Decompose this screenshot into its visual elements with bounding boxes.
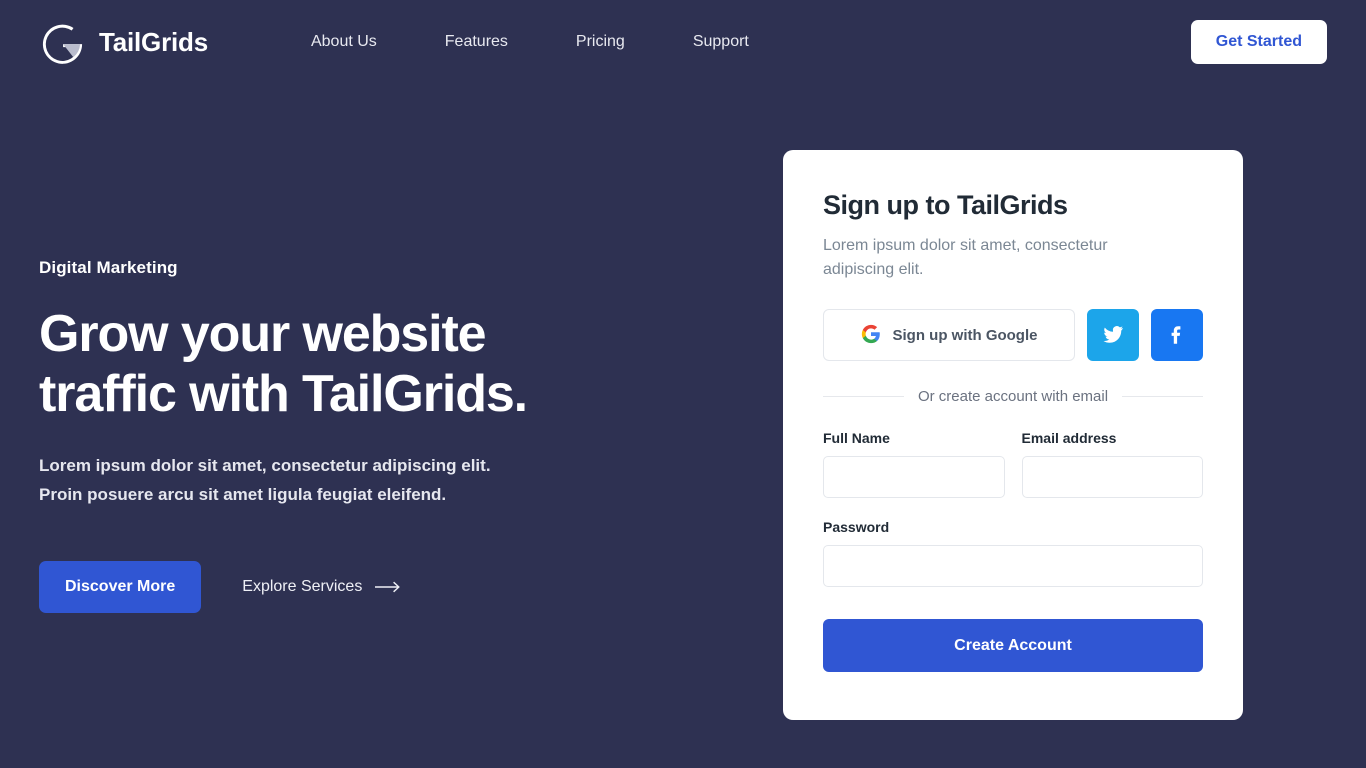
nav-item-features[interactable]: Features (445, 23, 508, 61)
full-name-input[interactable] (823, 456, 1005, 498)
email-divider: Or create account with email (823, 388, 1204, 405)
hero-subtitle-line-1: Lorem ipsum dolor sit amet, consectetur … (39, 456, 491, 475)
divider-rule-left (823, 396, 904, 397)
email-address-input[interactable] (1021, 456, 1203, 498)
brand-logo[interactable]: TailGrids (39, 19, 208, 66)
divider-rule-right (1122, 396, 1204, 397)
create-account-button[interactable]: Create Account (823, 619, 1203, 672)
signup-subtitle-line-1: Lorem ipsum dolor sit amet, consectetur (823, 237, 1108, 254)
nav-item-pricing[interactable]: Pricing (576, 23, 625, 61)
get-started-button[interactable]: Get Started (1190, 20, 1327, 64)
password-field-group: Password (823, 519, 1203, 587)
signup-subtitle-line-2: adipiscing elit. (823, 261, 924, 278)
main-navigation: About Us Features Pricing Support (311, 23, 749, 61)
hero-subtitle: Lorem ipsum dolor sit amet, consectetur … (39, 451, 559, 509)
social-signup-row: Sign up with Google (823, 309, 1203, 361)
google-icon (861, 324, 881, 347)
nav-item-about-us[interactable]: About Us (311, 23, 377, 61)
nav-item-support[interactable]: Support (693, 23, 749, 61)
email-address-field-group: Email address (1021, 430, 1203, 498)
password-field-row: Password (823, 519, 1203, 587)
site-header: TailGrids About Us Features Pricing Supp… (0, 0, 1366, 84)
hero-title: Grow your website traffic with TailGrids… (39, 304, 679, 424)
signup-with-google-label: Sign up with Google (892, 326, 1038, 344)
email-address-label: Email address (1021, 430, 1117, 446)
password-label: Password (823, 519, 890, 535)
facebook-icon (1165, 322, 1189, 349)
signup-card: Sign up to TailGrids Lorem ipsum dolor s… (783, 150, 1243, 720)
discover-more-button[interactable]: Discover More (39, 561, 202, 613)
hero-title-line-2: traffic with TailGrids. (39, 365, 528, 423)
hero-section: Digital Marketing Grow your website traf… (39, 258, 679, 613)
full-name-field-group: Full Name (823, 430, 1005, 498)
signup-with-facebook-button[interactable] (1151, 309, 1203, 361)
divider-label: Or create account with email (917, 388, 1109, 405)
signup-title: Sign up to TailGrids (823, 190, 1068, 220)
signup-with-google-button[interactable]: Sign up with Google (823, 309, 1075, 361)
password-input[interactable] (823, 545, 1203, 587)
signup-subtitle: Lorem ipsum dolor sit amet, consectetur … (823, 234, 1203, 282)
signup-with-twitter-button[interactable] (1087, 309, 1139, 361)
explore-services-label: Explore Services (242, 578, 363, 595)
full-name-label: Full Name (823, 430, 890, 446)
hero-title-line-1: Grow your website (39, 305, 487, 363)
brand-name: TailGrids (99, 26, 208, 57)
tailgrids-g-logo-icon (39, 19, 86, 66)
explore-services-link[interactable]: Explore Services (242, 578, 401, 596)
hero-subtitle-line-2: Proin posuere arcu sit amet ligula feugi… (39, 485, 447, 504)
hero-actions: Discover More Explore Services (39, 561, 679, 613)
hero-eyebrow: Digital Marketing (39, 258, 178, 277)
twitter-icon (1101, 322, 1125, 349)
name-email-field-row: Full Name Email address (823, 430, 1203, 498)
arrow-right-icon (375, 581, 401, 593)
